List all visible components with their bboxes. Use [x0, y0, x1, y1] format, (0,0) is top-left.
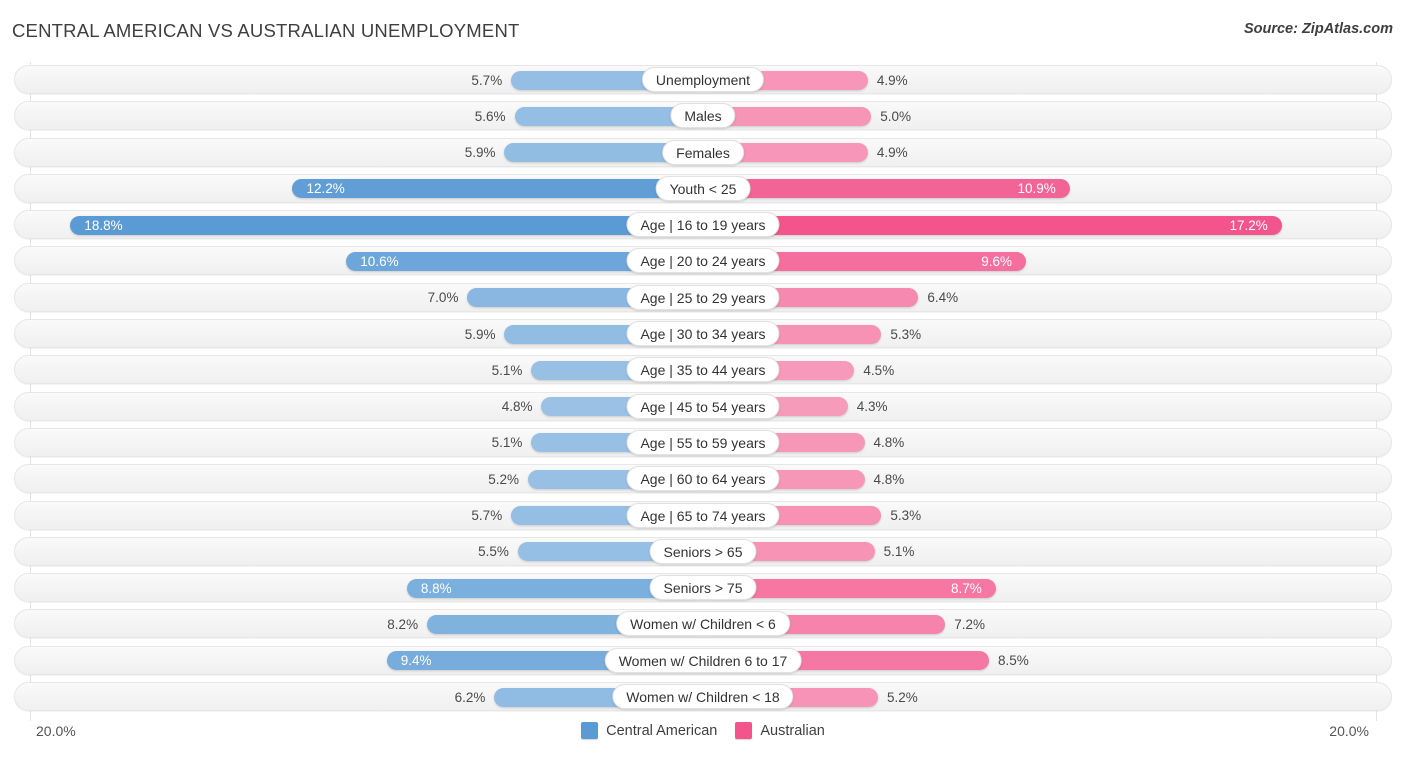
value-label-right: 6.4% — [927, 290, 959, 306]
chart-row: 5.2% 4.8% Age | 60 to 64 years — [0, 461, 1406, 497]
value-label-right: 4.8% — [873, 435, 905, 451]
value-label-left: 5.9% — [464, 326, 496, 342]
plot-area: 5.7% 4.9% Unemployment 5.6% 5.0% Males 5.9% 4.9… — [0, 62, 1406, 721]
category-label: Age | 55 to 59 years — [626, 429, 780, 455]
value-label-right: 4.3% — [856, 399, 888, 415]
value-label-left: 7.0% — [427, 290, 459, 306]
chart-row: 6.2% 5.2% Women w/ Children < 18 — [0, 679, 1406, 715]
category-label: Males — [670, 103, 736, 129]
chart-row: 5.6% 5.0% Males — [0, 98, 1406, 134]
chart-header: CENTRAL AMERICAN VS AUSTRALIAN UNEMPLOYM… — [0, 0, 1406, 60]
value-label-right: 5.2% — [886, 689, 918, 705]
chart-root: CENTRAL AMERICAN VS AUSTRALIAN UNEMPLOYM… — [0, 0, 1406, 757]
bar-right-australian — [703, 215, 1282, 235]
chart-row: 18.8% 17.2% Age | 16 to 19 years — [0, 207, 1406, 243]
value-label-left: 18.8% — [84, 217, 123, 233]
chart-row: 10.6% 9.6% Age | 20 to 24 years — [0, 243, 1406, 279]
legend-label: Australian — [760, 722, 825, 739]
category-label: Age | 35 to 44 years — [626, 357, 780, 383]
legend-label: Central American — [606, 722, 718, 739]
category-label: Age | 30 to 34 years — [626, 321, 780, 347]
category-label: Age | 65 to 74 years — [626, 502, 780, 528]
chart-row: 5.1% 4.8% Age | 55 to 59 years — [0, 425, 1406, 461]
value-label-left: 5.1% — [491, 362, 523, 378]
category-label: Seniors > 65 — [649, 538, 757, 564]
chart-row: 5.7% 4.9% Unemployment — [0, 62, 1406, 98]
chart-row: 4.8% 4.3% Age | 45 to 54 years — [0, 389, 1406, 425]
category-label: Age | 25 to 29 years — [626, 284, 780, 310]
value-label-left: 5.7% — [471, 72, 503, 88]
value-label-right: 10.9% — [1017, 181, 1056, 197]
value-label-right: 8.7% — [950, 580, 982, 596]
chart-row: 7.0% 6.4% Age | 25 to 29 years — [0, 280, 1406, 316]
value-label-left: 12.2% — [306, 181, 345, 197]
value-label-right: 5.3% — [890, 326, 922, 342]
value-label-left: 6.2% — [454, 689, 486, 705]
chart-row: 5.1% 4.5% Age | 35 to 44 years — [0, 352, 1406, 388]
bar-left-central-american — [70, 215, 703, 235]
legend-swatch-icon — [735, 722, 753, 739]
chart-row: 9.4% 8.5% Women w/ Children 6 to 17 — [0, 643, 1406, 679]
chart-row: 8.2% 7.2% Women w/ Children < 6 — [0, 606, 1406, 642]
chart-footer: 20.0% 20.0% Central American Australian — [0, 718, 1406, 757]
value-label-right: 9.6% — [981, 253, 1013, 269]
source-attribution: Source: ZipAtlas.com — [1243, 21, 1393, 37]
value-label-right: 5.0% — [880, 108, 912, 124]
legend-item-australian[interactable]: Australian — [735, 722, 825, 739]
chart-row: 5.7% 5.3% Age | 65 to 74 years — [0, 498, 1406, 534]
value-label-left: 10.6% — [360, 253, 399, 269]
bar-left-central-american — [292, 179, 703, 199]
value-label-right: 4.8% — [873, 471, 905, 487]
value-label-right: 7.2% — [954, 616, 986, 632]
value-label-left: 8.2% — [387, 616, 419, 632]
category-label: Females — [662, 139, 744, 165]
value-label-right: 5.3% — [890, 508, 922, 524]
category-label: Age | 20 to 24 years — [626, 248, 780, 274]
value-label-left: 5.9% — [464, 145, 496, 161]
value-label-left: 5.1% — [491, 435, 523, 451]
category-label: Age | 60 to 64 years — [626, 466, 780, 492]
value-label-left: 5.7% — [471, 508, 503, 524]
category-label: Seniors > 75 — [649, 575, 757, 601]
value-label-right: 4.5% — [863, 362, 895, 378]
value-label-left: 4.8% — [501, 399, 533, 415]
value-label-left: 8.8% — [420, 580, 452, 596]
chart-row: 5.9% 4.9% Females — [0, 135, 1406, 171]
bar-right-australian — [703, 179, 1070, 199]
category-label: Age | 16 to 19 years — [626, 212, 780, 238]
page-title: CENTRAL AMERICAN VS AUSTRALIAN UNEMPLOYM… — [12, 20, 520, 41]
value-label-right: 4.9% — [876, 72, 908, 88]
value-label-right: 5.1% — [883, 544, 915, 560]
value-label-left: 5.5% — [478, 544, 509, 560]
value-label-right: 4.9% — [876, 145, 908, 161]
category-label: Women w/ Children < 6 — [616, 611, 790, 637]
bar-rows: 5.7% 4.9% Unemployment 5.6% 5.0% Males 5.9% 4.9… — [0, 62, 1406, 715]
category-label: Age | 45 to 54 years — [626, 393, 780, 419]
category-label: Unemployment — [641, 67, 765, 92]
chart-row: 8.8% 8.7% Seniors > 75 — [0, 570, 1406, 606]
value-label-left: 5.2% — [488, 471, 520, 487]
legend-item-central-american[interactable]: Central American — [581, 722, 717, 739]
category-label: Youth < 25 — [655, 175, 751, 201]
chart-legend: Central American Australian — [0, 722, 1406, 739]
value-label-left: 9.4% — [400, 653, 432, 669]
category-label: Women w/ Children 6 to 17 — [604, 647, 802, 673]
legend-swatch-icon — [581, 722, 599, 739]
category-label: Women w/ Children < 18 — [612, 684, 794, 710]
value-label-left: 5.6% — [474, 108, 506, 124]
value-label-right: 8.5% — [998, 653, 1029, 669]
chart-row: 12.2% 10.9% Youth < 25 — [0, 171, 1406, 207]
chart-row: 5.9% 5.3% Age | 30 to 34 years — [0, 316, 1406, 352]
chart-row: 5.5% 5.1% Seniors > 65 — [0, 534, 1406, 570]
value-label-right: 17.2% — [1229, 217, 1268, 233]
